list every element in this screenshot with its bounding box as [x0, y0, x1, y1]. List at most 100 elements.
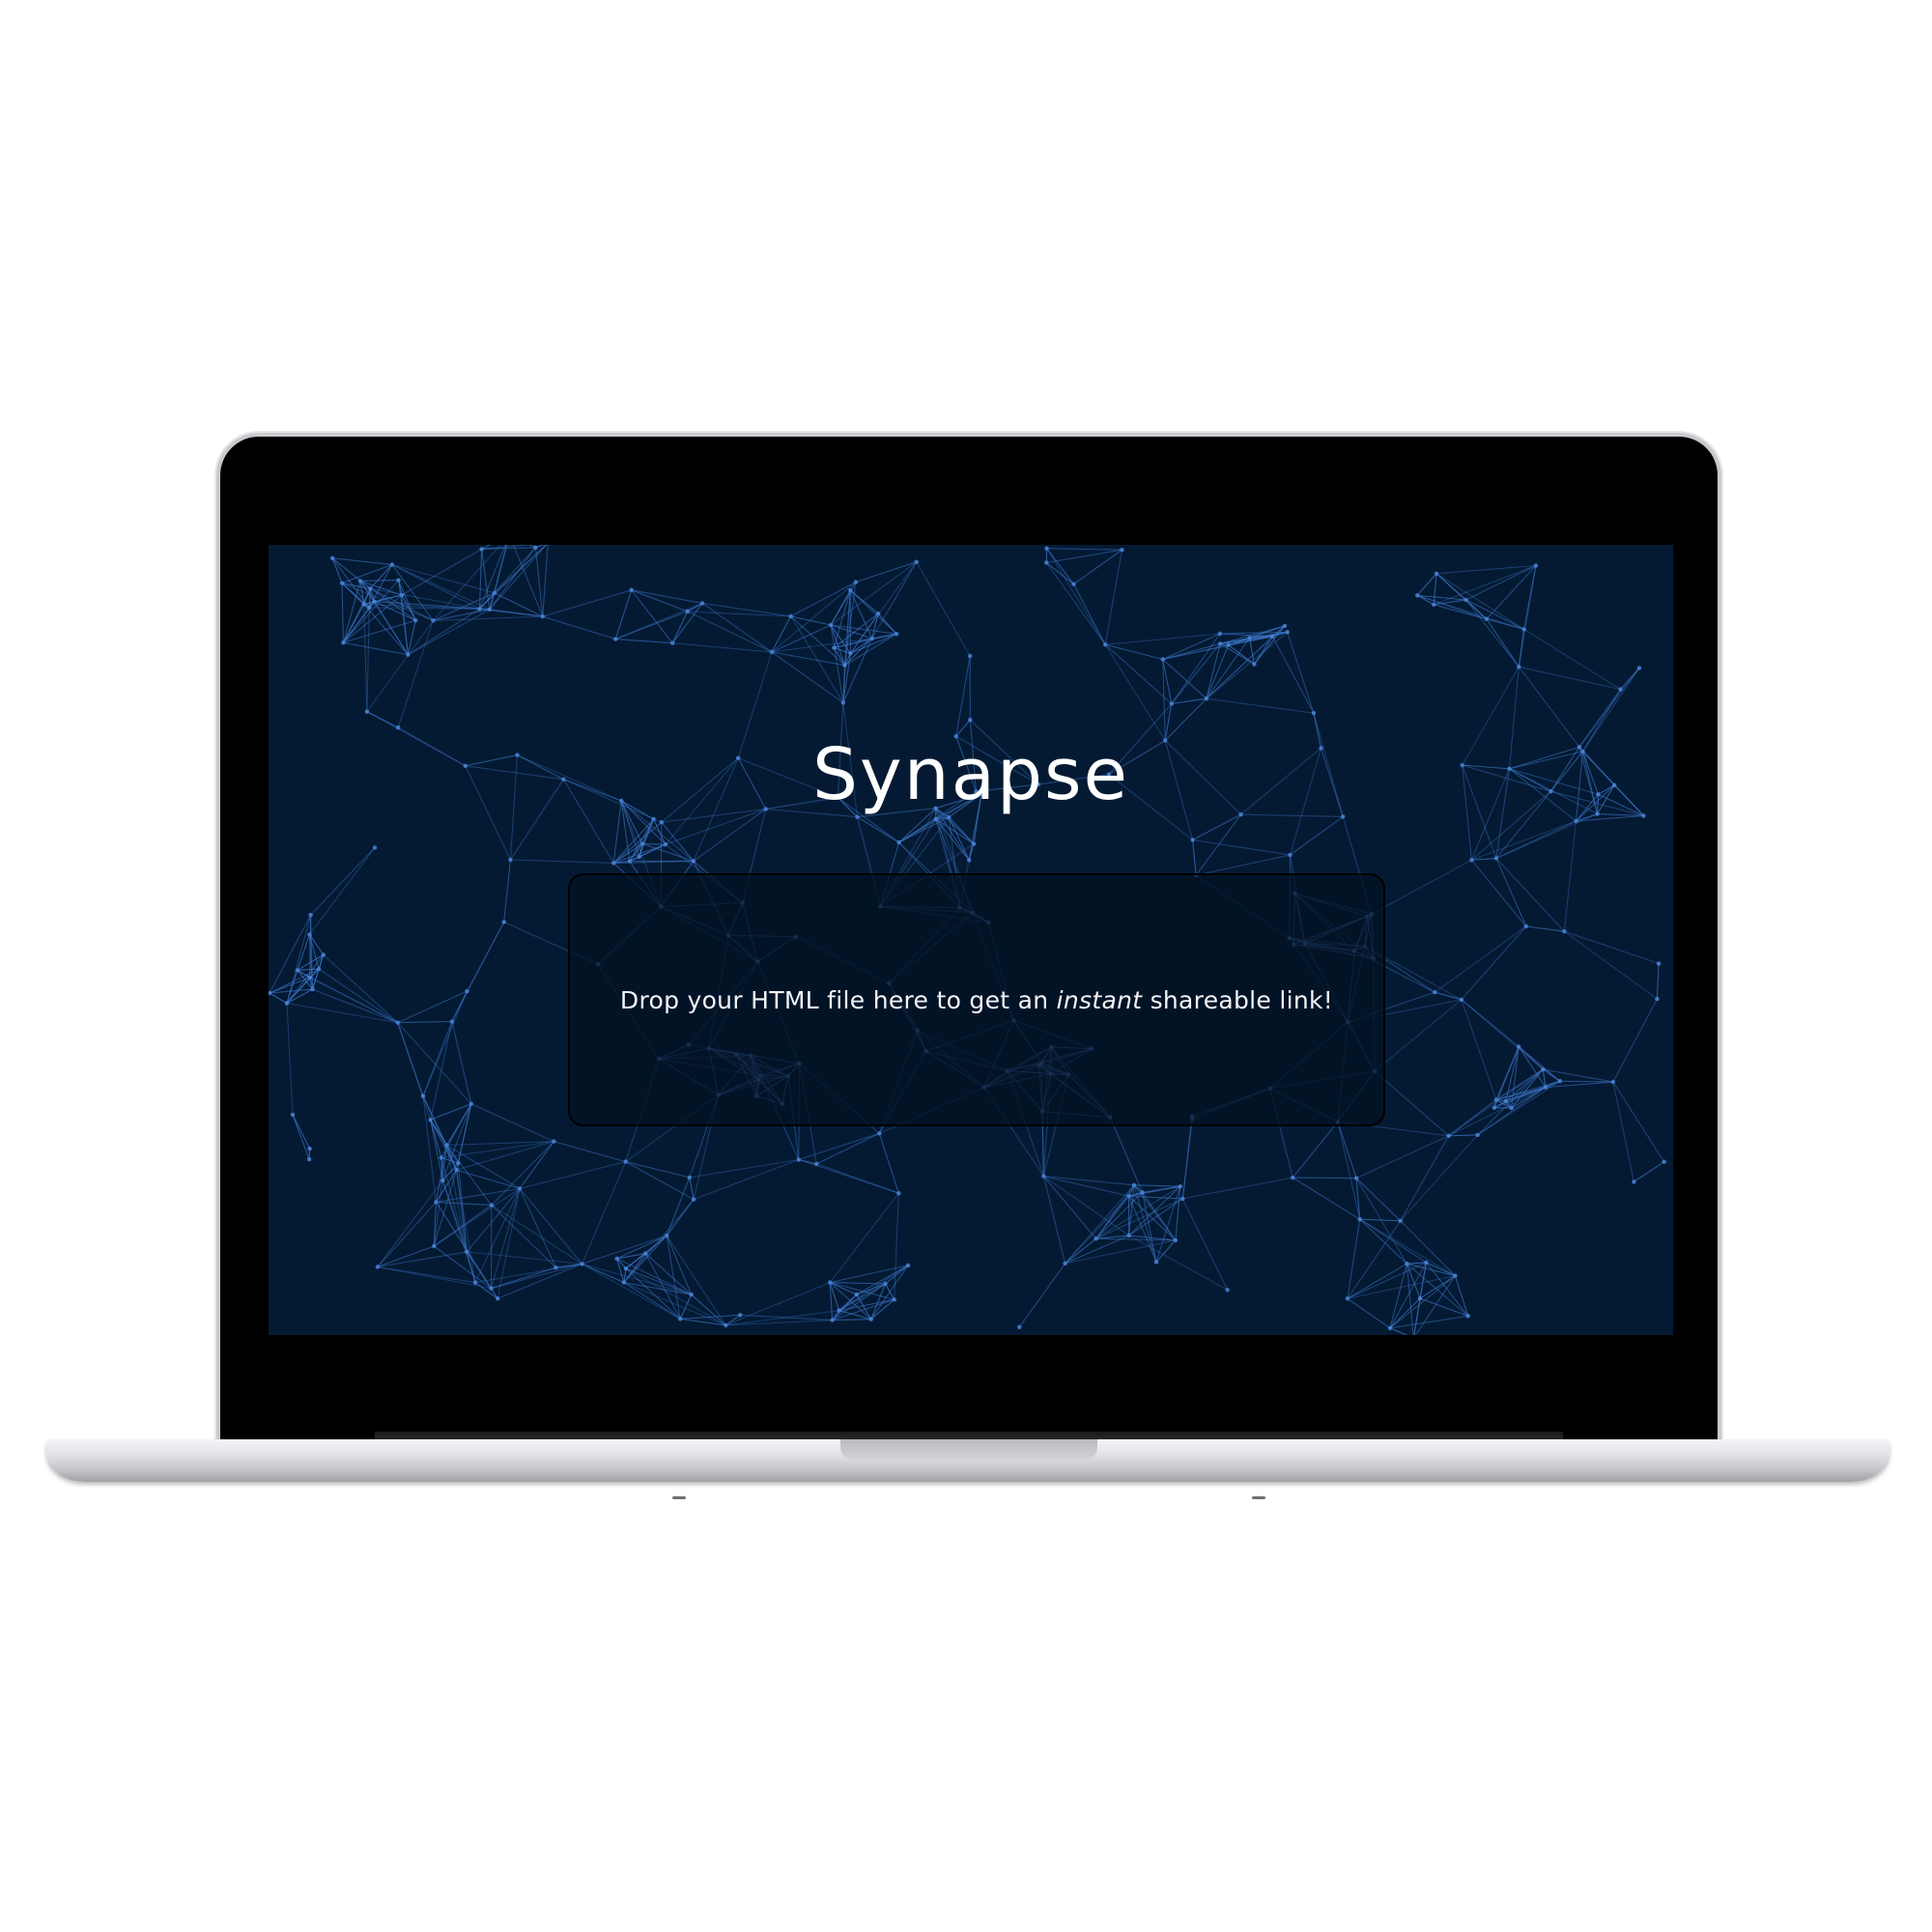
network-link: [542, 615, 616, 640]
network-link: [312, 988, 398, 1024]
network-link: [1065, 1184, 1135, 1264]
network-link: [894, 1193, 899, 1300]
network-node: [665, 1233, 669, 1238]
network-node: [1169, 701, 1174, 706]
network-link: [445, 1103, 472, 1146]
network-link: [503, 859, 511, 923]
network-node: [896, 839, 901, 845]
network-link: [466, 1188, 521, 1253]
network-node: [310, 986, 315, 992]
network-link: [1448, 1068, 1544, 1137]
network-node: [894, 632, 899, 637]
network-node: [489, 1203, 494, 1208]
network-node: [1405, 1262, 1409, 1266]
network-node: [643, 1251, 648, 1256]
network-node: [1225, 1288, 1230, 1293]
network-link: [1293, 1177, 1357, 1179]
network-node: [357, 579, 363, 583]
network-node: [869, 636, 874, 641]
network-link: [955, 656, 971, 737]
network-node: [1463, 597, 1468, 603]
network-node: [1044, 560, 1049, 565]
network-link: [489, 547, 536, 611]
network-node: [440, 1178, 445, 1183]
network-link: [1374, 1070, 1450, 1137]
network-link: [1045, 562, 1106, 645]
network-link: [1347, 1275, 1456, 1299]
network-link: [1292, 1177, 1360, 1220]
network-link: [689, 1177, 695, 1200]
file-dropzone[interactable]: Drop your HTML file here to get an insta…: [568, 873, 1385, 1126]
network-node: [1270, 634, 1275, 639]
device-mockup: Synapse Drop your HTML file here to get …: [0, 0, 1932, 1932]
network-link: [1018, 1263, 1066, 1328]
network-link: [554, 1141, 626, 1163]
network-node: [1017, 1324, 1022, 1329]
network-link: [798, 1132, 880, 1161]
network-link: [467, 1251, 582, 1264]
network-node: [307, 975, 312, 980]
network-node: [1353, 1176, 1359, 1180]
network-link: [1434, 925, 1527, 993]
network-link: [771, 651, 844, 703]
network-link: [1435, 573, 1524, 630]
network-link: [740, 1314, 833, 1321]
network-node: [905, 1263, 911, 1268]
network-link: [687, 603, 703, 612]
network-node: [1217, 641, 1223, 646]
network-link: [1656, 963, 1660, 1000]
network-link: [1043, 1176, 1129, 1197]
network-node: [611, 861, 616, 866]
network-node: [769, 649, 775, 655]
network-node: [614, 1256, 619, 1262]
network-node: [1517, 665, 1521, 669]
network-link: [397, 1022, 472, 1105]
network-link: [1448, 1134, 1478, 1137]
network-link: [343, 641, 409, 656]
network-node: [396, 578, 401, 582]
network-node: [540, 614, 545, 619]
network-node: [1285, 630, 1290, 635]
network-link: [1359, 1218, 1401, 1222]
network-node: [580, 1262, 584, 1266]
network-node: [892, 1297, 896, 1302]
network-node: [1543, 1085, 1548, 1090]
network-link: [286, 1003, 294, 1116]
network-node: [1247, 636, 1252, 640]
network-node: [372, 599, 377, 604]
network-link: [771, 615, 792, 653]
network-node: [368, 586, 373, 591]
network-node: [496, 1296, 500, 1301]
network-link: [1519, 666, 1621, 691]
network-node: [814, 1161, 819, 1167]
network-link: [323, 953, 399, 1024]
laptop-foot-right: [1252, 1496, 1265, 1499]
network-node: [896, 1191, 901, 1196]
network-node: [413, 618, 418, 623]
network-link: [519, 1161, 626, 1189]
network-link: [666, 1199, 695, 1236]
network-link: [615, 639, 673, 644]
network-link: [1564, 930, 1660, 964]
network-node: [639, 841, 645, 846]
network-link: [582, 1263, 625, 1284]
network-link: [816, 1163, 899, 1194]
dropzone-text-before: Drop your HTML file here to get an: [619, 985, 1049, 1014]
network-node: [439, 1155, 443, 1160]
network-node: [1398, 1218, 1403, 1223]
network-node: [670, 640, 675, 645]
network-node: [724, 1322, 728, 1328]
network-link: [629, 843, 667, 862]
network-link: [855, 561, 917, 583]
network-node: [1204, 696, 1209, 701]
network-link: [701, 603, 773, 653]
network-link: [269, 914, 312, 994]
network-node: [1424, 1260, 1429, 1265]
network-node: [477, 607, 482, 611]
network-link: [871, 561, 918, 639]
network-node: [517, 1186, 523, 1191]
network-node: [284, 1001, 290, 1006]
network-node: [501, 920, 506, 924]
network-node: [1493, 1097, 1499, 1102]
network-node: [456, 1160, 461, 1166]
